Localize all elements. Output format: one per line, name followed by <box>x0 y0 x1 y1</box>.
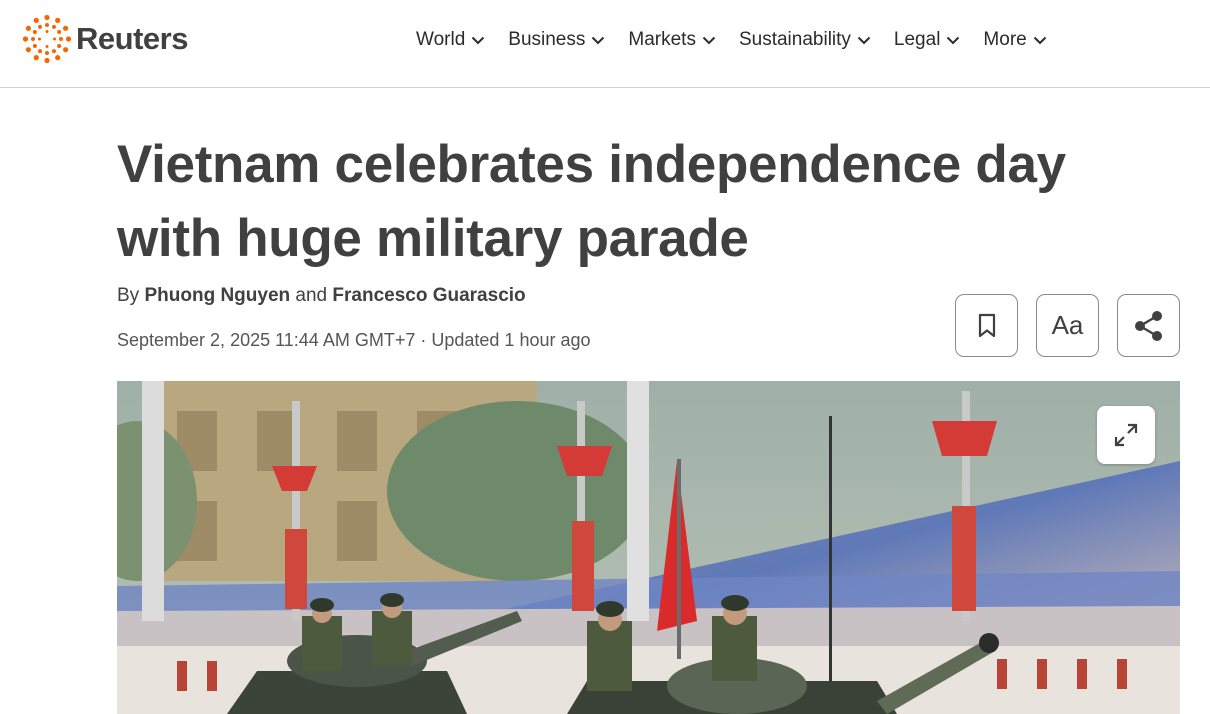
date-separator: · <box>420 330 427 350</box>
nav-item-sustainability[interactable]: Sustainability <box>739 29 871 51</box>
military-parade-photo <box>117 381 1180 714</box>
expand-icon <box>1114 423 1138 447</box>
headline-line-1: Vietnam celebrates independence day <box>117 135 1066 194</box>
nav-item-label: More <box>983 29 1027 50</box>
nav-item-label: Sustainability <box>738 29 851 50</box>
hero-image[interactable] <box>117 381 1180 714</box>
nav-item-label: Markets <box>628 29 696 50</box>
headline-line-2: with huge military parade <box>117 209 749 268</box>
article-headline: Vietnam celebrates independence day with… <box>117 128 1117 276</box>
text-size-button[interactable]: Aa <box>1036 294 1099 357</box>
chevron-down-icon <box>702 36 716 45</box>
chevron-down-icon <box>472 36 485 45</box>
text-size-label: Aa <box>1051 310 1084 340</box>
chevron-down-icon <box>592 36 605 45</box>
author-link-1[interactable]: Phuong Nguyen <box>144 285 290 306</box>
share-button[interactable] <box>1117 294 1180 357</box>
nav-item-business[interactable]: Business <box>508 29 605 51</box>
nav-item-label: World <box>416 29 466 50</box>
chevron-down-icon <box>857 36 871 45</box>
publish-date: September 2, 2025 11:44 AM GMT+7 <box>117 330 416 350</box>
reuters-logo[interactable]: Reuters <box>22 14 188 64</box>
expand-image-button[interactable] <box>1097 406 1155 464</box>
reuters-logo-mark-icon <box>22 14 72 64</box>
dateline: September 2, 2025 11:44 AM GMT+7 · Updat… <box>117 330 591 351</box>
author-link-2[interactable]: Francesco Guarascio <box>332 285 525 306</box>
site-header: Reuters World Business Markets Sustainab… <box>0 0 1210 88</box>
brand-name: Reuters <box>76 21 188 56</box>
byline: By Phuong Nguyen and Francesco Guarascio <box>117 285 526 307</box>
updated-time: Updated 1 hour ago <box>431 330 591 350</box>
nav-item-markets[interactable]: Markets <box>628 29 716 51</box>
byline-prefix: By <box>117 285 140 306</box>
nav-item-legal[interactable]: Legal <box>894 29 961 51</box>
bookmark-icon <box>978 313 995 337</box>
byline-conjunction: and <box>295 285 328 306</box>
chevron-down-icon <box>1033 36 1046 45</box>
nav-item-label: Business <box>508 29 586 50</box>
nav-item-world[interactable]: World <box>416 29 485 51</box>
nav-item-label: Legal <box>893 29 941 50</box>
chevron-down-icon <box>947 36 960 45</box>
share-icon <box>1134 310 1162 341</box>
main-nav: World Business Markets Sustainability Le… <box>416 26 1070 54</box>
nav-item-more[interactable]: More <box>983 29 1046 51</box>
bookmark-button[interactable] <box>955 294 1018 357</box>
